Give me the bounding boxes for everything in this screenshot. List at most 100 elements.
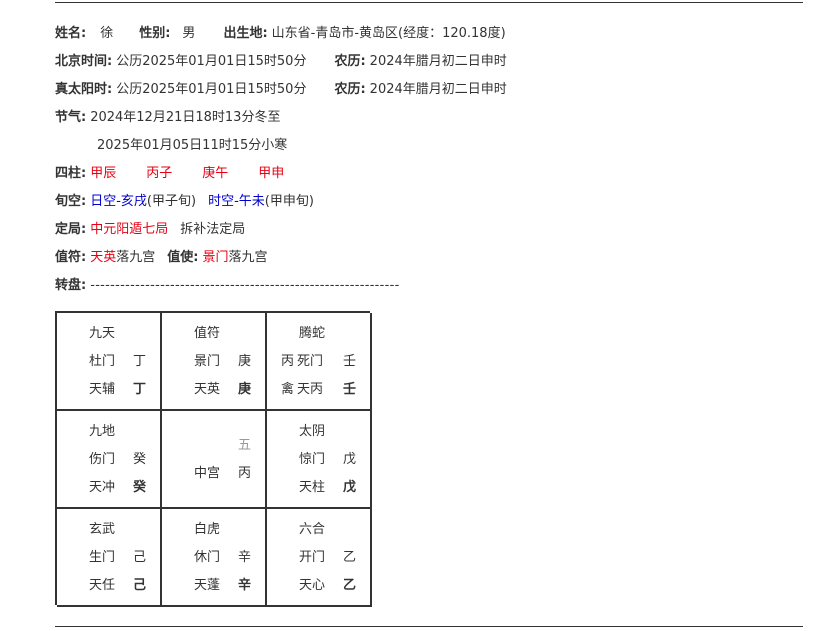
zhifu-label: 值符: — [55, 250, 87, 265]
deity-name: 玄武 — [89, 522, 116, 537]
center-palace-cell: 五 中宫 丙 — [162, 411, 267, 509]
beijing-time-value: 公历2025年01月01日15时50分 — [116, 54, 307, 69]
star-name: 天任 — [89, 578, 116, 593]
plate-dashes: ----------------------------------------… — [90, 278, 400, 293]
door-name: 杜门 — [89, 354, 116, 369]
deity-name: 六合 — [299, 522, 326, 537]
earth-stem: 乙 — [343, 578, 357, 593]
deity-name: 腾蛇 — [299, 326, 326, 341]
solar-term-row-2: 2025年01月05日11时15分小寒 — [97, 136, 287, 156]
deity-name: 九地 — [89, 424, 116, 439]
heaven-stem: 己 — [133, 550, 147, 565]
day-xun: (甲子旬) — [146, 194, 197, 209]
ju-label: 定局: — [55, 222, 87, 237]
heaven-stem: 癸 — [133, 452, 147, 467]
door-prefix: 丙 — [281, 354, 295, 369]
heaven-stem: 庚 — [238, 354, 252, 369]
zhishi-label: 值使: — [167, 250, 199, 265]
true-solar-time-row: 真太阳时: 公历2025年01月01日15时50分 农历: 2024年腊月初二日申时 — [55, 80, 507, 100]
palace-cell: 太阴 惊门 戊 天柱 戊 — [267, 411, 372, 509]
door-name: 休门 — [194, 550, 221, 565]
solar-term-1: 2024年12月21日18时13分冬至 — [90, 110, 281, 125]
palace-cell: 九天 杜门 丁 天辅 丁 — [57, 313, 162, 411]
earth-stem: 丙 — [238, 466, 252, 481]
ju-row: 定局: 中元阳遁七局 拆补法定局 — [55, 220, 245, 240]
heaven-stem: 壬 — [343, 354, 357, 369]
deity-name: 白虎 — [194, 522, 221, 537]
deity-name: 值符 — [194, 326, 221, 341]
heaven-stem: 乙 — [343, 550, 357, 565]
star-name: 天心 — [299, 578, 326, 593]
hour-pillar: 甲申 — [258, 166, 285, 181]
birthplace-label: 出生地: — [223, 26, 268, 41]
star-name: 天英 — [194, 382, 221, 397]
star-name: 天柱 — [299, 480, 326, 495]
true-solar-time-value: 公历2025年01月01日15时50分 — [116, 82, 307, 97]
beijing-time-row: 北京时间: 公历2025年01月01日15时50分 农历: 2024年腊月初二日申时 — [55, 52, 507, 72]
deity-name: 太阴 — [299, 424, 326, 439]
lunar-label: 农历: — [334, 54, 366, 69]
plate-label: 转盘: — [55, 278, 87, 293]
four-pillars-label: 四柱: — [55, 166, 87, 181]
earth-stem: 壬 — [343, 382, 357, 397]
star-prefix: 禽 — [281, 382, 295, 397]
center-palace-name: 中宫 — [194, 466, 221, 481]
door-name: 伤门 — [89, 452, 116, 467]
qimen-board: 九天 杜门 丁 天辅 丁 值符 景门 庚 天英 庚 腾蛇 丙 死门 壬 禽 天丙… — [55, 311, 372, 607]
day-void: 日空-亥戌 — [90, 194, 147, 209]
month-pillar: 丙子 — [146, 166, 173, 181]
basic-info-row: 姓名: 徐 性别: 男 出生地: 山东省-青岛市-黄岛区(经度：120.18度) — [55, 24, 506, 44]
duty-row: 值符: 天英落九宫 值使: 景门落九宫 — [55, 248, 267, 268]
palace-cell: 六合 开门 乙 天心 乙 — [267, 509, 372, 607]
earth-stem: 己 — [133, 578, 147, 593]
hour-xun: (甲申旬) — [264, 194, 314, 209]
zhishi-door: 景门 — [202, 250, 229, 265]
gender-value: 男 — [182, 26, 196, 41]
zhifu-palace: 落九宫 — [116, 250, 156, 265]
earth-stem: 丁 — [133, 382, 147, 397]
star-name: 天冲 — [89, 480, 116, 495]
lunar-label-2: 农历: — [334, 82, 366, 97]
bottom-divider — [55, 626, 803, 627]
door-name: 生门 — [89, 550, 116, 565]
heaven-stem: 辛 — [238, 550, 252, 565]
palace-cell: 腾蛇 丙 死门 壬 禽 天丙 壬 — [267, 313, 372, 411]
zhifu-star: 天英 — [90, 250, 117, 265]
star-name: 天丙 — [297, 382, 324, 397]
door-name: 景门 — [194, 354, 221, 369]
year-pillar: 甲辰 — [90, 166, 117, 181]
hour-void: 时空-午未 — [208, 194, 265, 209]
four-pillars-row: 四柱: 甲辰 丙子 庚午 甲申 — [55, 164, 284, 184]
palace-cell: 白虎 休门 辛 天蓬 辛 — [162, 509, 267, 607]
lunar-value-2: 2024年腊月初二日申时 — [369, 82, 507, 97]
ju-method: 拆补法定局 — [180, 222, 246, 237]
deity-name: 九天 — [89, 326, 116, 341]
void-label: 旬空: — [55, 194, 87, 209]
gender-label: 性别: — [139, 26, 171, 41]
star-name: 天蓬 — [194, 578, 221, 593]
beijing-time-label: 北京时间: — [55, 54, 113, 69]
palace-cell: 玄武 生门 己 天任 己 — [57, 509, 162, 607]
name-label: 姓名: — [55, 26, 87, 41]
plate-row: 转盘: -------------------------------------… — [55, 276, 400, 296]
ju-value: 中元阳遁七局 — [90, 222, 169, 237]
door-name: 开门 — [299, 550, 326, 565]
palace-cell: 值符 景门 庚 天英 庚 — [162, 313, 267, 411]
name-value: 徐 — [100, 26, 114, 41]
solar-term-2: 2025年01月05日11时15分小寒 — [97, 138, 288, 153]
lunar-value: 2024年腊月初二日申时 — [369, 54, 507, 69]
day-pillar: 庚午 — [202, 166, 229, 181]
zhishi-palace: 落九宫 — [228, 250, 268, 265]
palace-cell: 九地 伤门 癸 天冲 癸 — [57, 411, 162, 509]
earth-stem: 辛 — [238, 578, 252, 593]
birthplace-value: 山东省-青岛市-黄岛区(经度：120.18度) — [271, 26, 506, 41]
solar-term-row-1: 节气: 2024年12月21日18时13分冬至 — [55, 108, 280, 128]
door-name: 惊门 — [299, 452, 326, 467]
door-name: 死门 — [297, 354, 324, 369]
true-solar-time-label: 真太阳时: — [55, 82, 113, 97]
heaven-stem: 丁 — [133, 354, 147, 369]
star-name: 天辅 — [89, 382, 116, 397]
earth-stem: 庚 — [238, 382, 252, 397]
earth-stem: 戊 — [343, 480, 357, 495]
palace-number: 五 — [238, 438, 252, 453]
